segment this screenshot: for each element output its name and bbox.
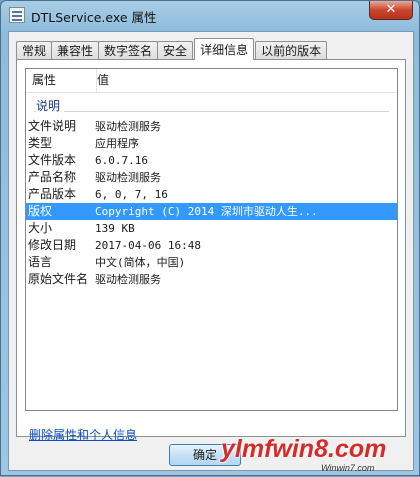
row-key: 大小 [28,221,53,235]
file-icon [9,7,25,23]
table-row-selected[interactable]: 版权 Copyright (C) 2014 深圳市驱动人生... [26,203,397,220]
close-button[interactable]: ✕ [369,1,413,20]
row-key: 类型 [28,136,53,150]
listview-rows: 文件说明 驱动检测服务 类型 应用程序 文件版本 6.0.7.16 产品名称 驱动检测服… [26,118,397,288]
table-row[interactable]: 产品名称 驱动检测服务 [26,169,397,186]
tab-details[interactable]: 详细信息 [194,38,255,60]
row-key: 语言 [28,255,53,269]
site-watermark: ylmfwin8.com Winwin7.com [217,431,420,477]
row-key: 版权 [28,204,53,218]
details-panel: 属性 值 说明 文件说明 驱动检测服务 类型 应用程序 文件版本 6.0.7.16 产… [16,59,406,442]
window-title: DTLService.exe 属性 [31,10,157,25]
row-value: 驱动检测服务 [95,273,161,286]
row-value: 驱动检测服务 [95,171,161,184]
tab-security[interactable]: 安全 [157,41,194,60]
watermark-subtext: Winwin7.com [321,463,375,473]
remove-properties-link[interactable]: 删除属性和个人信息 [29,426,137,443]
table-row[interactable]: 语言 中文(简体，中国) [26,254,397,271]
row-value: Copyright (C) 2014 深圳市驱动人生... [95,205,318,218]
row-key: 文件版本 [28,153,77,167]
row-value: 驱动检测服务 [95,120,161,133]
row-value: 139 KB [95,222,135,235]
column-header-property[interactable]: 属性 [26,69,97,92]
table-row[interactable]: 文件说明 驱动检测服务 [26,118,397,135]
row-value: 6, 0, 7, 16 [95,188,168,201]
group-label: 说明 [36,97,65,114]
tab-digital-signatures[interactable]: 数字签名 [98,41,159,60]
title-bar[interactable]: DTLService.exe 属性 ✕ [1,1,419,31]
row-value: 6.0.7.16 [95,154,148,167]
table-row[interactable]: 文件版本 6.0.7.16 [26,152,397,169]
row-key: 产品名称 [28,170,77,184]
dialog-client: 常规 兼容性 数字签名 安全 详细信息 以前的版本 属性 值 说明 文件说明驱动… [8,31,414,471]
table-row[interactable]: 原始文件名 驱动检测服务 [26,271,397,288]
row-key: 原始文件名 [28,272,89,286]
group-header-description: 说明 [34,97,389,114]
row-key: 修改日期 [28,238,77,252]
properties-window: DTLService.exe 属性 ✕ 常规 兼容性 数字签名 安全 详细信息 … [0,0,420,476]
tab-general[interactable]: 常规 [16,41,53,60]
tab-previous-versions[interactable]: 以前的版本 [255,41,328,60]
row-value: 2017-04-06 16:48 [95,239,201,252]
group-divider [34,111,389,112]
column-header-value[interactable]: 值 [91,69,109,92]
table-row[interactable]: 修改日期 2017-04-06 16:48 [26,237,397,254]
table-row[interactable]: 类型 应用程序 [26,135,397,152]
watermark-text: ylmfwin8.com [221,435,387,463]
table-row[interactable]: 产品版本 6, 0, 7, 16 [26,186,397,203]
row-value: 应用程序 [95,137,139,150]
row-key: 产品版本 [28,187,77,201]
details-listview[interactable]: 属性 值 说明 文件说明 驱动检测服务 类型 应用程序 文件版本 6.0.7.16 产… [25,68,398,411]
listview-header: 属性 值 [26,69,397,93]
tab-strip: 常规 兼容性 数字签名 安全 详细信息 以前的版本 [16,38,328,60]
row-key: 文件说明 [28,119,77,133]
row-value: 中文(简体，中国) [95,256,186,269]
tab-compatibility[interactable]: 兼容性 [51,41,100,60]
table-row[interactable]: 大小 139 KB [26,220,397,237]
